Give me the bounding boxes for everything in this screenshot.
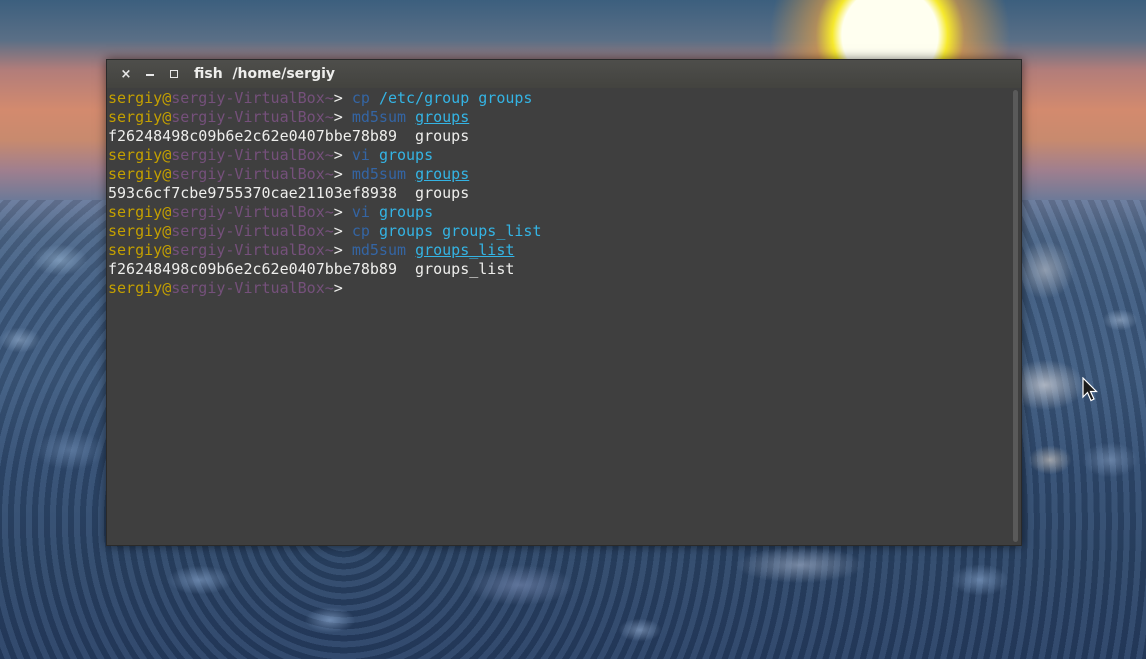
maximize-icon xyxy=(170,70,178,78)
output-text: 593c6cf7cbe9755370cae21103ef8938 groups xyxy=(108,184,470,202)
maximize-button[interactable] xyxy=(162,62,186,86)
window-title-app: fish xyxy=(194,66,223,82)
scrollbar[interactable] xyxy=(1013,90,1018,542)
command-name: cp xyxy=(351,222,370,240)
prompt-host: sergiy-VirtualBox xyxy=(171,146,325,164)
close-button[interactable]: × xyxy=(114,62,138,86)
prompt-host: sergiy-VirtualBox xyxy=(171,279,325,297)
command-line: sergiy@sergiy-VirtualBox~> md5sum groups xyxy=(108,108,1008,127)
prompt-at: @ xyxy=(162,146,172,164)
terminal-window[interactable]: × fish /home/sergiy sergiy@sergiy-Virtua… xyxy=(106,59,1022,546)
prompt-cwd: ~ xyxy=(324,279,334,297)
prompt-host: sergiy-VirtualBox xyxy=(171,108,325,126)
command-line: sergiy@sergiy-VirtualBox~> md5sum groups… xyxy=(108,241,1008,260)
command-line: sergiy@sergiy-VirtualBox~> md5sum groups xyxy=(108,165,1008,184)
command-argument: groups xyxy=(378,146,434,164)
prompt-symbol: > xyxy=(333,108,343,126)
output-line: f26248498c09b6e2c62e0407bbe78b89 groups_… xyxy=(108,260,1008,279)
command-line: sergiy@sergiy-VirtualBox~> vi groups xyxy=(108,203,1008,222)
prompt-host: sergiy-VirtualBox xyxy=(171,222,325,240)
command-name: md5sum xyxy=(351,241,407,259)
mouse-pointer-icon xyxy=(1082,377,1098,402)
prompt-at: @ xyxy=(162,279,172,297)
command-name: vi xyxy=(351,146,370,164)
prompt-host: sergiy-VirtualBox xyxy=(171,241,325,259)
prompt-symbol: > xyxy=(333,241,343,259)
prompt-symbol: > xyxy=(333,146,343,164)
prompt-at: @ xyxy=(162,241,172,259)
prompt-cwd: ~ xyxy=(324,165,334,183)
prompt-at: @ xyxy=(162,165,172,183)
command-argument: groups xyxy=(378,222,434,240)
output-line: f26248498c09b6e2c62e0407bbe78b89 groups xyxy=(108,127,1008,146)
window-title: fish /home/sergiy xyxy=(194,66,335,82)
window-titlebar[interactable]: × fish /home/sergiy xyxy=(107,60,1021,88)
command-name: cp xyxy=(351,89,370,107)
prompt-symbol: > xyxy=(333,279,343,297)
output-text: f26248498c09b6e2c62e0407bbe78b89 groups xyxy=(108,127,470,145)
prompt-symbol: > xyxy=(333,165,343,183)
output-line: 593c6cf7cbe9755370cae21103ef8938 groups xyxy=(108,184,1008,203)
prompt-user: sergiy xyxy=(108,241,163,259)
minimize-icon xyxy=(146,73,154,76)
prompt-cwd: ~ xyxy=(324,108,334,126)
prompt-cwd: ~ xyxy=(324,146,334,164)
command-name: md5sum xyxy=(351,108,407,126)
prompt-host: sergiy-VirtualBox xyxy=(171,203,325,221)
command-argument: groups xyxy=(378,203,434,221)
command-argument: groups xyxy=(415,108,470,126)
prompt-cwd: ~ xyxy=(324,222,334,240)
minimize-button[interactable] xyxy=(138,62,162,86)
prompt-user: sergiy xyxy=(108,146,163,164)
command-line: sergiy@sergiy-VirtualBox~> cp /etc/group… xyxy=(108,89,1008,108)
terminal-output[interactable]: sergiy@sergiy-VirtualBox~> cp /etc/group… xyxy=(108,88,1008,545)
prompt-at: @ xyxy=(162,222,172,240)
prompt-cwd: ~ xyxy=(324,203,334,221)
command-line: sergiy@sergiy-VirtualBox~> cp groups gro… xyxy=(108,222,1008,241)
prompt-user: sergiy xyxy=(108,165,163,183)
command-argument: groups_list xyxy=(415,241,515,259)
command-argument: groups_list xyxy=(442,222,542,240)
prompt-user: sergiy xyxy=(108,279,163,297)
command-line: sergiy@sergiy-VirtualBox~> vi groups xyxy=(108,146,1008,165)
output-text: f26248498c09b6e2c62e0407bbe78b89 groups_… xyxy=(108,260,515,278)
command-argument: /etc/group xyxy=(378,89,470,107)
command-name: vi xyxy=(351,203,370,221)
prompt-host: sergiy-VirtualBox xyxy=(171,89,325,107)
prompt-cwd: ~ xyxy=(324,241,334,259)
close-icon: × xyxy=(120,66,132,82)
prompt-user: sergiy xyxy=(108,222,163,240)
command-argument: groups xyxy=(478,89,533,107)
prompt-at: @ xyxy=(162,203,172,221)
prompt-host: sergiy-VirtualBox xyxy=(171,165,325,183)
prompt-symbol: > xyxy=(333,222,343,240)
prompt-user: sergiy xyxy=(108,108,163,126)
window-title-path: /home/sergiy xyxy=(232,66,336,82)
prompt-user: sergiy xyxy=(108,203,163,221)
prompt-at: @ xyxy=(162,89,172,107)
prompt-cwd: ~ xyxy=(324,89,334,107)
prompt-symbol: > xyxy=(333,89,343,107)
prompt-symbol: > xyxy=(333,203,343,221)
active-prompt-line: sergiy@sergiy-VirtualBox~> xyxy=(108,279,1008,298)
command-name: md5sum xyxy=(351,165,407,183)
command-argument: groups xyxy=(415,165,470,183)
prompt-user: sergiy xyxy=(108,89,163,107)
prompt-at: @ xyxy=(162,108,172,126)
